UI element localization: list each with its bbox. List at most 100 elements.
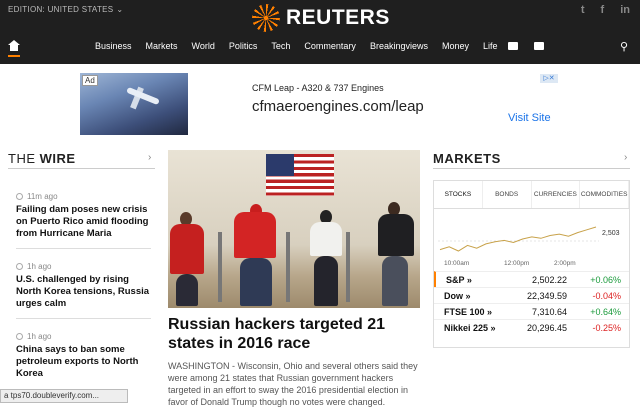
chevron-right-icon[interactable]: › bbox=[624, 152, 627, 163]
markets-rule bbox=[433, 168, 630, 169]
ad-banner[interactable]: Ad ▷✕ CFM Leap - A320 & 737 Engines cfma… bbox=[80, 73, 560, 135]
item-title[interactable]: China says to ban some petroleum exports… bbox=[16, 344, 151, 380]
nav-item-tech[interactable]: Tech bbox=[271, 41, 290, 51]
market-chart[interactable]: 2,503 10:00am 12:00pm 2:00pm bbox=[434, 211, 629, 269]
nav-item-commentary[interactable]: Commentary bbox=[304, 41, 356, 51]
index-name[interactable]: FTSE 100 » bbox=[444, 307, 492, 317]
clock-icon bbox=[16, 263, 23, 270]
wire-heading[interactable]: THE WIRE bbox=[8, 151, 76, 166]
voter bbox=[382, 256, 408, 306]
home-icon[interactable] bbox=[8, 40, 20, 51]
top-bar: EDITION: UNITED STATES ⌄ REUTERS t f in B… bbox=[0, 0, 640, 64]
nav-item-politics[interactable]: Politics bbox=[229, 41, 258, 51]
lead-body: WASHINGTON - Wisconsin, Ohio and several… bbox=[168, 361, 418, 407]
linkedin-icon[interactable]: in bbox=[620, 4, 630, 16]
clock-icon bbox=[16, 193, 23, 200]
table-row[interactable]: S&P » 2,502.22 +0.06% bbox=[434, 271, 629, 287]
voter bbox=[310, 222, 342, 256]
index-value: 20,296.45 bbox=[526, 323, 567, 333]
logo-text: REUTERS bbox=[286, 6, 390, 29]
chart-x-label: 12:00pm bbox=[504, 260, 529, 267]
index-change: +0.06% bbox=[590, 275, 621, 285]
index-name[interactable]: Nikkei 225 » bbox=[444, 323, 496, 333]
voter bbox=[234, 212, 276, 258]
index-value: 7,310.64 bbox=[531, 307, 567, 317]
wire-title-bold: WIRE bbox=[39, 151, 76, 166]
voting-booth bbox=[218, 232, 222, 302]
time-text: 1h ago bbox=[27, 262, 52, 271]
index-value: 2,502.22 bbox=[531, 275, 567, 285]
markets-tabs: STOCKS BONDS CURRENCIES COMMODITIES bbox=[434, 181, 629, 209]
lead-headline[interactable]: Russian hackers targeted 21 states in 20… bbox=[168, 315, 423, 353]
table-row[interactable]: Dow » 22,349.59 -0.04% bbox=[434, 287, 629, 303]
index-name[interactable]: Dow » bbox=[444, 291, 471, 301]
chevron-right-icon[interactable]: › bbox=[148, 152, 151, 163]
index-name[interactable]: S&P » bbox=[446, 275, 472, 285]
lead-photo[interactable] bbox=[168, 150, 420, 308]
adchoices-icon[interactable]: ▷✕ bbox=[540, 74, 558, 83]
nav-item-world[interactable]: World bbox=[192, 41, 215, 51]
facebook-icon[interactable]: f bbox=[601, 4, 605, 16]
table-row[interactable]: Nikkei 225 » 20,296.45 -0.25% bbox=[434, 319, 629, 335]
time-text: 11m ago bbox=[27, 192, 58, 201]
divider bbox=[16, 248, 151, 249]
voter bbox=[176, 274, 198, 306]
time-text: 1h ago bbox=[27, 332, 52, 341]
tab-commodities[interactable]: COMMODITIES bbox=[580, 181, 629, 208]
item-time: 11m ago bbox=[16, 192, 151, 201]
voter bbox=[240, 258, 272, 306]
index-change: -0.25% bbox=[592, 323, 621, 333]
edition-selector[interactable]: EDITION: UNITED STATES ⌄ bbox=[8, 5, 123, 14]
item-time: 1h ago bbox=[16, 262, 151, 271]
item-title[interactable]: Failing dam poses new crisis on Puerto R… bbox=[16, 204, 151, 240]
item-time: 1h ago bbox=[16, 332, 151, 341]
chart-last-label: 2,503 bbox=[602, 230, 620, 237]
tab-bonds[interactable]: BONDS bbox=[483, 181, 532, 208]
markets-heading[interactable]: MARKETS bbox=[433, 151, 501, 166]
clock-icon bbox=[16, 333, 23, 340]
voting-booth bbox=[346, 232, 350, 302]
ad-label: Ad bbox=[82, 75, 98, 86]
ad-url[interactable]: cfmaeroengines.com/leap bbox=[252, 98, 424, 115]
series-line bbox=[439, 226, 597, 252]
tab-stocks[interactable]: STOCKS bbox=[434, 181, 483, 208]
table-row[interactable]: FTSE 100 » 7,310.64 +0.64% bbox=[434, 303, 629, 319]
video-icon[interactable] bbox=[534, 42, 544, 50]
wire-title-light: THE bbox=[8, 151, 40, 166]
item-title[interactable]: U.S. challenged by rising North Korea te… bbox=[16, 274, 151, 310]
camera-icon[interactable] bbox=[508, 42, 518, 50]
markets-table: S&P » 2,502.22 +0.06% Dow » 22,349.59 -0… bbox=[434, 271, 629, 335]
ad-image: Ad bbox=[80, 73, 188, 135]
list-item[interactable]: 11m ago Failing dam poses new crisis on … bbox=[16, 192, 151, 240]
edition-label: EDITION: UNITED STATES bbox=[8, 5, 114, 14]
voting-booth bbox=[286, 232, 290, 302]
reuters-logo-icon bbox=[252, 4, 280, 32]
main-nav: Business Markets World Politics Tech Com… bbox=[0, 38, 640, 58]
chart-x-label: 10:00am bbox=[444, 260, 469, 267]
browser-status-bar: a tps70.doubleverify.com... bbox=[0, 389, 128, 403]
wire-rule bbox=[8, 168, 155, 169]
index-change: +0.64% bbox=[590, 307, 621, 317]
nav-item-breakingviews[interactable]: Breakingviews bbox=[370, 41, 428, 51]
search-icon[interactable]: ⚲ bbox=[620, 40, 628, 53]
nav-item-life[interactable]: Life bbox=[483, 41, 498, 51]
divider bbox=[16, 318, 151, 319]
chart-x-label: 2:00pm bbox=[554, 260, 576, 267]
active-indicator bbox=[8, 55, 20, 57]
twitter-icon[interactable]: t bbox=[581, 4, 585, 16]
nav-item-markets[interactable]: Markets bbox=[146, 41, 178, 51]
ad-visit-link[interactable]: Visit Site bbox=[508, 112, 551, 124]
ad-title: CFM Leap - A320 & 737 Engines bbox=[252, 83, 384, 93]
tab-currencies[interactable]: CURRENCIES bbox=[532, 181, 581, 208]
nav-item-business[interactable]: Business bbox=[95, 41, 132, 51]
nav-items: Business Markets World Politics Tech Com… bbox=[95, 41, 498, 51]
social-links: t f in bbox=[581, 4, 630, 16]
voter bbox=[170, 224, 204, 274]
voter bbox=[378, 214, 414, 256]
index-value: 22,349.59 bbox=[526, 291, 567, 301]
list-item[interactable]: 1h ago China says to ban some petroleum … bbox=[16, 332, 151, 380]
markets-widget: STOCKS BONDS CURRENCIES COMMODITIES 2,50… bbox=[433, 180, 630, 348]
nav-item-money[interactable]: Money bbox=[442, 41, 469, 51]
reuters-logo[interactable]: REUTERS bbox=[252, 3, 390, 33]
list-item[interactable]: 1h ago U.S. challenged by rising North K… bbox=[16, 262, 151, 310]
